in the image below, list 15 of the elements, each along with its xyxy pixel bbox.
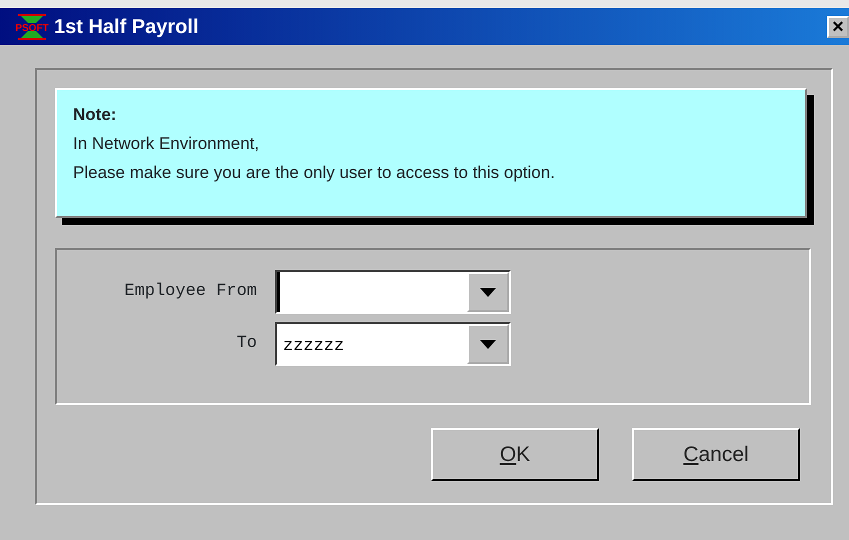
caret-icon	[480, 288, 496, 296]
field-label: To	[236, 333, 258, 356]
employee-combo-box[interactable]	[275, 270, 511, 314]
dialog-button[interactable]: Cancel	[632, 428, 800, 481]
employee-combo-box[interactable]: zzzzzz	[275, 322, 511, 366]
note-heading: Note:	[73, 104, 118, 126]
note-text: Please make sure you are the only user to access to this option.	[73, 162, 556, 184]
note-text: In Network Environment,	[73, 133, 260, 155]
dropdown-button[interactable]	[467, 324, 509, 364]
field-label: Employee From	[123, 281, 258, 304]
caret-icon	[480, 340, 496, 348]
window-title: 1st Half Payroll	[54, 14, 199, 40]
dialog-button[interactable]: OK	[431, 428, 599, 481]
dropdown-button[interactable]	[467, 272, 509, 312]
close-button[interactable]: ×	[827, 16, 849, 38]
